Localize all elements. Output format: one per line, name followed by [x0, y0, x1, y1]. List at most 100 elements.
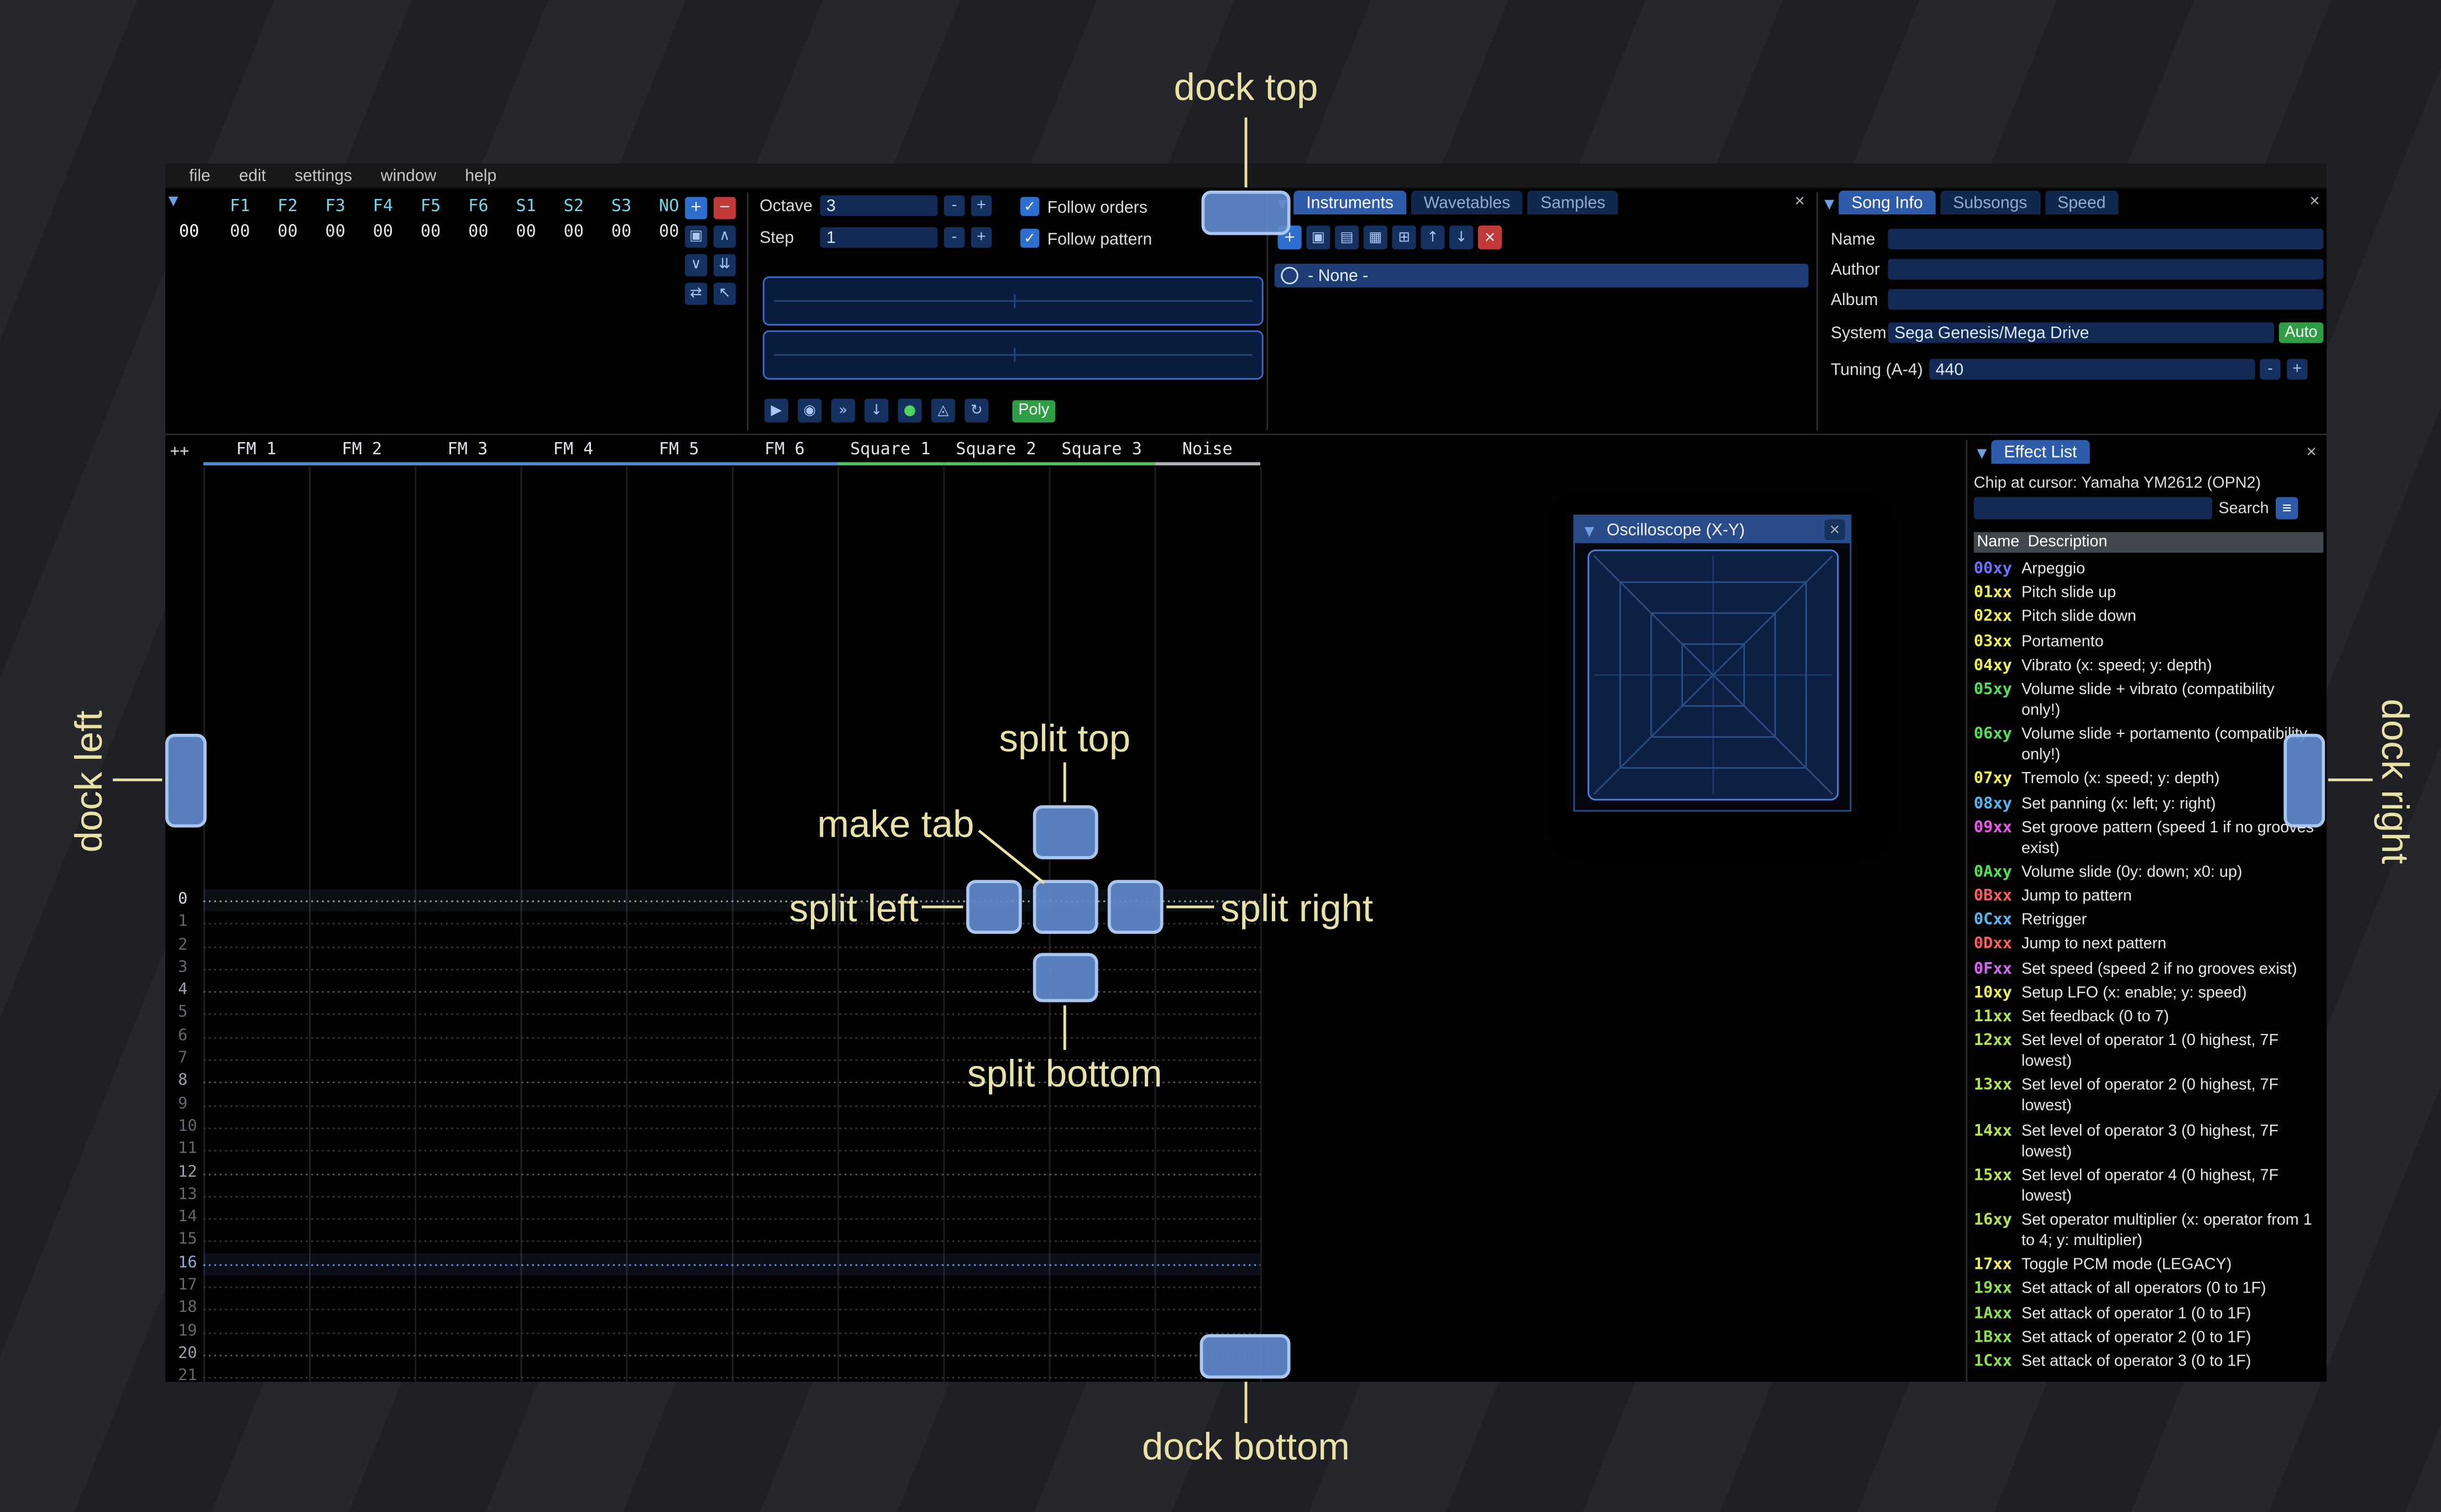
menu-window[interactable]: window	[366, 166, 451, 185]
dock-left-indicator[interactable]	[165, 733, 207, 828]
pattern-row[interactable]	[203, 1116, 1260, 1140]
step-row-button[interactable]: ↓	[865, 398, 889, 423]
effect-row[interactable]: 04xy Vibrato (x: speed; y: depth)	[1974, 655, 2324, 676]
effect-row[interactable]: 15xx Set level of operator 4 (0 highest,…	[1974, 1166, 2324, 1207]
split-left-indicator[interactable]	[966, 880, 1022, 934]
channel-header[interactable]: FM 3	[415, 440, 521, 466]
effect-row[interactable]: 12xx Set level of operator 1 (0 highest,…	[1974, 1031, 2324, 1073]
order-row-index[interactable]: 00	[169, 222, 210, 241]
pattern-expand-button[interactable]: ++	[170, 443, 190, 461]
instrument-folder-button[interactable]: ⊞	[1392, 225, 1416, 250]
effect-row[interactable]: 16xy Set operator multiplier (x: operato…	[1974, 1210, 2324, 1252]
menu-edit[interactable]: edit	[225, 166, 280, 185]
dock-top-indicator[interactable]	[1201, 190, 1291, 235]
effect-row[interactable]: 1Bxx Set attack of operator 2 (0 to 1F)	[1974, 1327, 2324, 1348]
record-button[interactable]: ●	[898, 398, 922, 423]
pattern-row[interactable]	[203, 1002, 1260, 1026]
repeat-pattern-button[interactable]: ↻	[965, 398, 989, 423]
channel-header[interactable]: Square 3	[1049, 440, 1155, 466]
tab-subsongs[interactable]: Subsongs	[1940, 190, 2040, 214]
effect-row[interactable]: 14xx Set level of operator 3 (0 highest,…	[1974, 1121, 2324, 1162]
pattern-row[interactable]	[203, 1343, 1260, 1367]
pattern-row[interactable]	[203, 1184, 1260, 1208]
oscilloscope-titlebar[interactable]: ▼ Oscilloscope (X-Y) ×	[1575, 516, 1850, 543]
pattern-row[interactable]	[203, 935, 1260, 958]
effect-row[interactable]: 19xx Set attack of all operators (0 to 1…	[1974, 1279, 2324, 1299]
menu-help[interactable]: help	[451, 166, 511, 185]
play-button[interactable]: ▶	[764, 398, 788, 423]
pattern-row[interactable]	[203, 1025, 1260, 1049]
stop-button[interactable]: ◉	[798, 398, 822, 423]
instrument-save-button[interactable]: ▦	[1363, 225, 1387, 250]
tab-effect-list[interactable]: Effect List	[1991, 440, 2090, 464]
order-cell[interactable]: 00	[502, 222, 550, 241]
album-input[interactable]	[1888, 289, 2324, 310]
order-cell[interactable]: 00	[312, 222, 359, 241]
collapse-arrow-icon[interactable]: ▼	[1977, 447, 1987, 461]
order-move-up-button[interactable]: ∧	[713, 225, 736, 248]
order-cell[interactable]: 00	[264, 222, 311, 241]
effect-row[interactable]: 10xy Setup LFO (x: enable; y: speed)	[1974, 983, 2324, 1003]
effect-row[interactable]: 06xy Volume slide + portamento (compatib…	[1974, 725, 2324, 766]
order-cell[interactable]: 00	[407, 222, 454, 241]
effect-row[interactable]: 09xx Set groove pattern (speed 1 if no g…	[1974, 817, 2324, 859]
dock-bottom-indicator[interactable]	[1199, 1334, 1291, 1379]
pattern-row[interactable]	[203, 1207, 1260, 1230]
order-cell[interactable]: 00	[598, 222, 645, 241]
pattern-row[interactable]	[203, 957, 1260, 980]
order-cell[interactable]: 00	[550, 222, 598, 241]
collapse-arrow-icon[interactable]: ▼	[1825, 197, 1835, 211]
order-move-down-button[interactable]: ∨	[685, 254, 708, 277]
order-cell[interactable]: 00	[216, 222, 264, 241]
effect-row[interactable]: 0Axy Volume slide (0y: down; x0: up)	[1974, 862, 2324, 883]
effect-row[interactable]: 11xx Set feedback (0 to 7)	[1974, 1007, 2324, 1027]
menu-settings[interactable]: settings	[280, 166, 366, 185]
effect-row[interactable]: 05xy Volume slide + vibrato (compatibili…	[1974, 680, 2324, 721]
menu-file[interactable]: file	[175, 166, 224, 185]
name-input[interactable]	[1888, 228, 2324, 250]
pattern-row[interactable]	[203, 1230, 1260, 1253]
step-increase-button[interactable]: +	[971, 227, 992, 248]
pattern-row[interactable]	[203, 1366, 1260, 1382]
split-bottom-indicator[interactable]	[1033, 953, 1098, 1002]
auto-system-button[interactable]: Auto	[2278, 322, 2324, 343]
order-edit-mode-button[interactable]: ↖	[713, 282, 736, 305]
make-tab-indicator[interactable]	[1033, 880, 1098, 934]
order-cell[interactable]: 00	[359, 222, 407, 241]
tuning-increase-button[interactable]: +	[2287, 359, 2308, 380]
instrument-delete-button[interactable]: ×	[1478, 225, 1502, 250]
channel-header[interactable]: FM 2	[309, 440, 415, 466]
order-change-all-button[interactable]: ⇄	[685, 282, 708, 305]
pattern-row[interactable]	[203, 980, 1260, 1003]
effect-row[interactable]: 01xx Pitch slide up	[1974, 583, 2324, 603]
pattern-row[interactable]	[203, 889, 1260, 912]
instrument-list-item[interactable]: - None -	[1274, 264, 1809, 288]
tab-song-info[interactable]: Song Info	[1838, 190, 1936, 214]
effect-row[interactable]: 08xy Set panning (x: left; y: right)	[1974, 794, 2324, 814]
pattern-row[interactable]	[203, 1275, 1260, 1299]
author-input[interactable]	[1888, 259, 2324, 280]
pattern-row[interactable]	[203, 1252, 1260, 1275]
order-duplicate-button[interactable]: ▣	[685, 225, 708, 248]
effect-row[interactable]: 07xy Tremolo (x: speed; y: depth)	[1974, 769, 2324, 790]
channel-header[interactable]: Square 1	[837, 440, 944, 466]
effect-row[interactable]: 0Bxx Jump to pattern	[1974, 886, 2324, 907]
collapse-arrow-icon[interactable]: ▼	[169, 194, 179, 208]
instrument-open-button[interactable]: ▤	[1335, 225, 1359, 250]
instrument-move-up-button[interactable]: ↑	[1421, 225, 1445, 250]
channel-header[interactable]: Square 2	[943, 440, 1049, 466]
collapse-arrow-icon[interactable]: ▼	[1584, 524, 1594, 538]
pattern-row[interactable]	[203, 1298, 1260, 1321]
effect-row[interactable]: 1Axx Set attack of operator 1 (0 to 1F)	[1974, 1303, 2324, 1324]
order-duplicate-end-button[interactable]: ⇊	[713, 254, 736, 277]
tab-wavetables[interactable]: Wavetables	[1411, 190, 1523, 214]
effect-row[interactable]: 00xy Arpeggio	[1974, 559, 2324, 580]
step-decrease-button[interactable]: -	[944, 227, 965, 248]
effect-row[interactable]: 1Cxx Set attack of operator 3 (0 to 1F)	[1974, 1351, 2324, 1372]
metronome-button[interactable]: ◬	[931, 398, 955, 423]
close-icon[interactable]: ×	[2301, 442, 2322, 462]
channel-header[interactable]: FM 4	[520, 440, 626, 466]
channel-header[interactable]: Noise	[1154, 440, 1260, 466]
effect-row[interactable]: 0Dxx Jump to next pattern	[1974, 935, 2324, 955]
octave-input[interactable]: 3	[820, 195, 938, 216]
